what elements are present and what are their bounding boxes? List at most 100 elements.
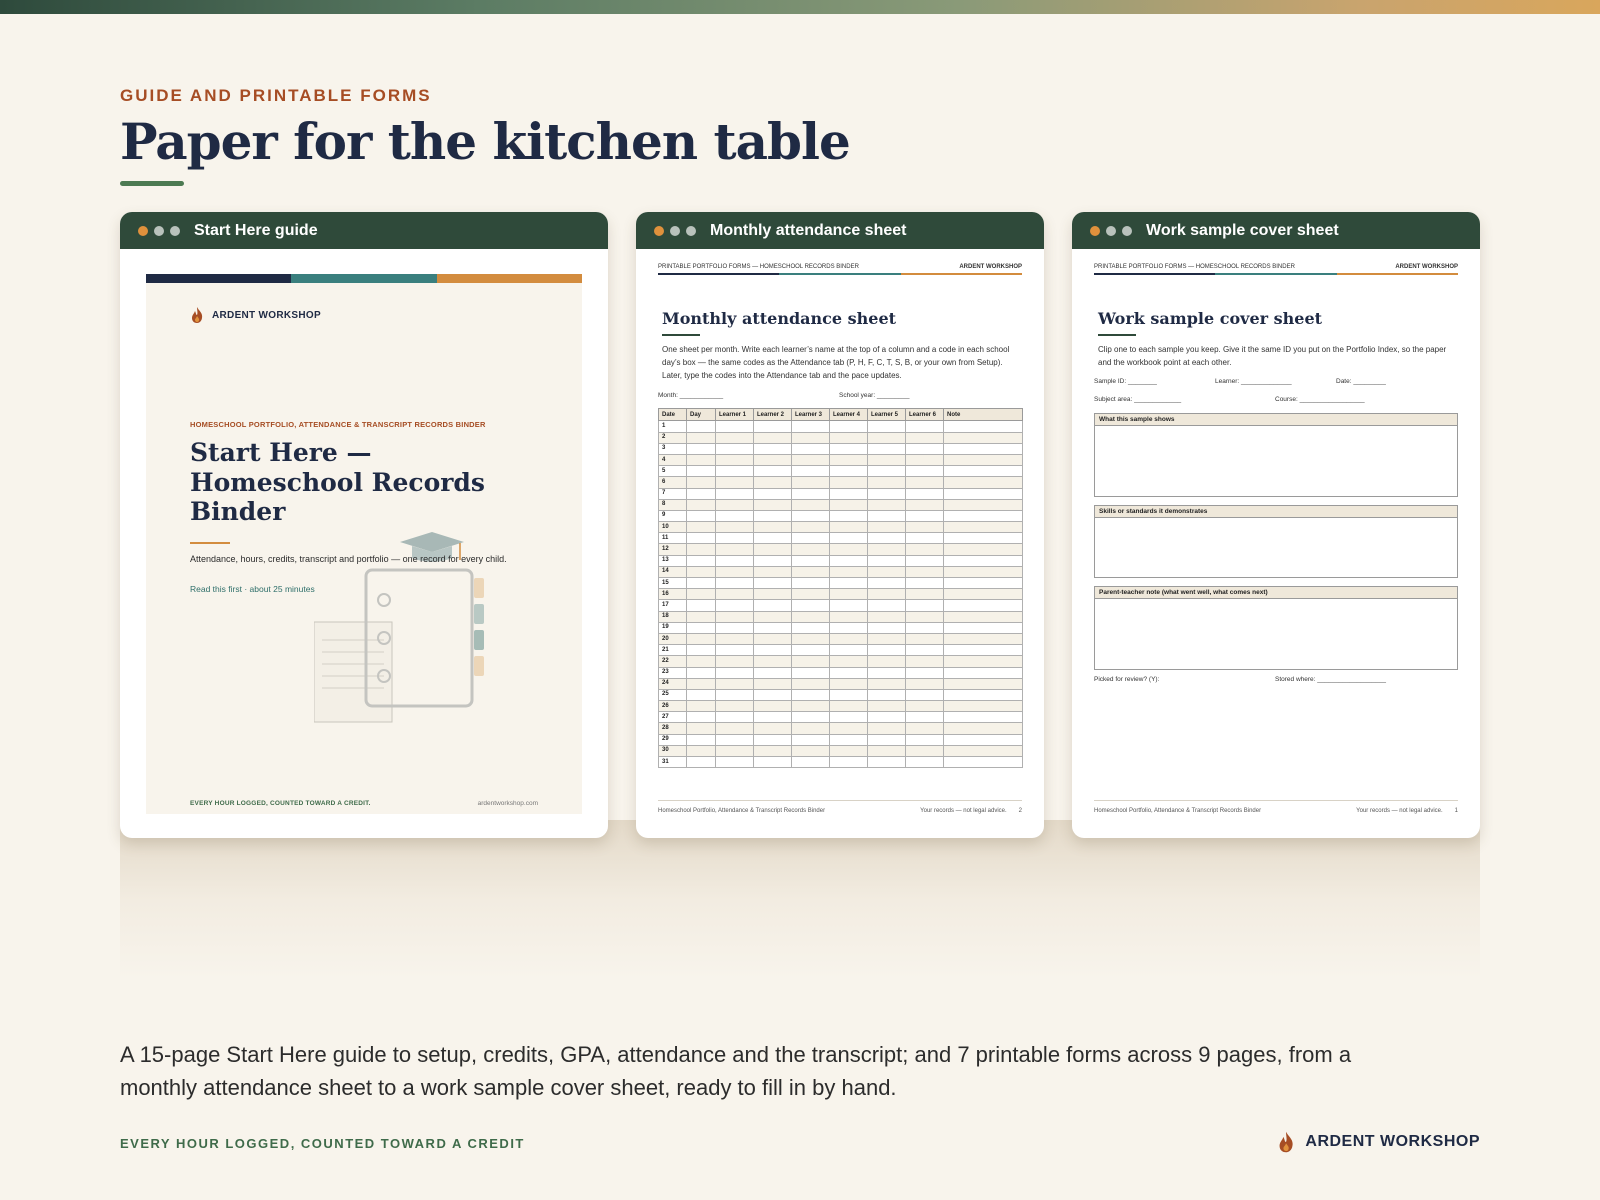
table-entry-cell[interactable]	[686, 722, 716, 735]
table-entry-cell[interactable]	[791, 688, 830, 702]
table-entry-cell[interactable]	[867, 677, 906, 690]
table-entry-cell[interactable]	[715, 722, 754, 735]
table-entry-cell[interactable]	[905, 621, 944, 634]
window-titlebar[interactable]: Monthly attendance sheet	[636, 212, 1044, 249]
table-entry-cell[interactable]	[829, 543, 868, 556]
table-entry-cell[interactable]	[829, 655, 868, 668]
table-entry-cell[interactable]	[686, 644, 716, 657]
table-entry-cell[interactable]	[686, 610, 716, 623]
table-entry-cell[interactable]	[715, 577, 754, 590]
table-entry-cell[interactable]	[753, 744, 792, 758]
table-entry-cell[interactable]	[905, 565, 944, 579]
table-entry-cell[interactable]	[829, 554, 868, 567]
table-entry-cell[interactable]	[791, 711, 830, 724]
table-entry-cell[interactable]	[867, 711, 906, 724]
table-entry-cell[interactable]	[715, 655, 754, 668]
table-entry-cell[interactable]	[791, 420, 830, 433]
table-entry-cell[interactable]	[943, 521, 1023, 534]
table-entry-cell[interactable]	[943, 577, 1023, 590]
table-entry-cell[interactable]	[905, 431, 944, 444]
table-entry-cell[interactable]	[867, 621, 906, 634]
table-entry-cell[interactable]	[715, 632, 754, 646]
table-entry-cell[interactable]	[715, 431, 754, 444]
table-entry-cell[interactable]	[686, 621, 716, 634]
table-entry-cell[interactable]	[791, 621, 830, 634]
table-entry-cell[interactable]	[686, 666, 716, 679]
table-entry-cell[interactable]	[791, 577, 830, 590]
table-entry-cell[interactable]	[753, 532, 792, 545]
table-entry-cell[interactable]	[943, 655, 1023, 668]
table-entry-cell[interactable]	[867, 543, 906, 556]
table-entry-cell[interactable]	[753, 621, 792, 634]
table-entry-cell[interactable]	[686, 733, 716, 746]
table-entry-cell[interactable]	[829, 688, 868, 702]
table-entry-cell[interactable]	[829, 644, 868, 657]
table-entry-cell[interactable]	[791, 554, 830, 567]
table-entry-cell[interactable]	[791, 700, 830, 713]
table-entry-cell[interactable]	[867, 554, 906, 567]
table-entry-cell[interactable]	[829, 532, 868, 545]
table-entry-cell[interactable]	[943, 442, 1023, 455]
table-entry-cell[interactable]	[753, 465, 792, 478]
table-entry-cell[interactable]	[753, 677, 792, 690]
table-entry-cell[interactable]	[791, 722, 830, 735]
what-sample-shows-box[interactable]: What this sample shows	[1094, 412, 1458, 497]
table-entry-cell[interactable]	[905, 577, 944, 590]
table-entry-cell[interactable]	[686, 756, 716, 769]
table-entry-cell[interactable]	[791, 588, 830, 601]
table-entry-cell[interactable]	[791, 610, 830, 623]
table-entry-cell[interactable]	[715, 700, 754, 713]
table-entry-cell[interactable]	[715, 666, 754, 679]
table-entry-cell[interactable]	[943, 498, 1023, 511]
table-entry-cell[interactable]	[715, 465, 754, 478]
table-entry-cell[interactable]	[715, 711, 754, 724]
table-entry-cell[interactable]	[867, 498, 906, 511]
window-titlebar[interactable]: Work sample cover sheet	[1072, 212, 1480, 249]
table-entry-cell[interactable]	[867, 644, 906, 657]
table-entry-cell[interactable]	[943, 700, 1023, 713]
table-entry-cell[interactable]	[686, 487, 716, 500]
table-entry-cell[interactable]	[943, 487, 1023, 500]
table-entry-cell[interactable]	[829, 420, 868, 433]
table-entry-cell[interactable]	[791, 431, 830, 444]
table-entry-cell[interactable]	[905, 476, 944, 489]
table-entry-cell[interactable]	[867, 476, 906, 489]
table-entry-cell[interactable]	[943, 588, 1023, 601]
table-entry-cell[interactable]	[715, 599, 754, 612]
review-field[interactable]: Picked for review? (Y):	[1094, 676, 1159, 683]
table-entry-cell[interactable]	[753, 599, 792, 612]
table-entry-cell[interactable]	[943, 610, 1023, 623]
table-entry-cell[interactable]	[753, 487, 792, 500]
table-entry-cell[interactable]	[829, 677, 868, 690]
table-entry-cell[interactable]	[867, 756, 906, 769]
table-entry-cell[interactable]	[686, 498, 716, 511]
table-entry-cell[interactable]	[829, 565, 868, 579]
table-entry-cell[interactable]	[867, 521, 906, 534]
table-entry-cell[interactable]	[905, 700, 944, 713]
table-entry-cell[interactable]	[829, 621, 868, 634]
table-entry-cell[interactable]	[753, 431, 792, 444]
table-entry-cell[interactable]	[829, 476, 868, 489]
table-entry-cell[interactable]	[829, 666, 868, 679]
table-entry-cell[interactable]	[867, 700, 906, 713]
table-entry-cell[interactable]	[753, 666, 792, 679]
table-entry-cell[interactable]	[867, 733, 906, 746]
table-entry-cell[interactable]	[715, 453, 754, 467]
table-entry-cell[interactable]	[829, 722, 868, 735]
table-entry-cell[interactable]	[753, 442, 792, 455]
table-entry-cell[interactable]	[791, 733, 830, 746]
table-entry-cell[interactable]	[867, 442, 906, 455]
table-entry-cell[interactable]	[905, 644, 944, 657]
table-entry-cell[interactable]	[715, 509, 754, 523]
parent-teacher-note-box[interactable]: Parent-teacher note (what went well, wha…	[1094, 585, 1458, 670]
table-entry-cell[interactable]	[715, 610, 754, 623]
table-entry-cell[interactable]	[829, 577, 868, 590]
table-entry-cell[interactable]	[715, 588, 754, 601]
table-entry-cell[interactable]	[905, 756, 944, 769]
table-entry-cell[interactable]	[753, 521, 792, 534]
table-entry-cell[interactable]	[829, 588, 868, 601]
table-entry-cell[interactable]	[867, 599, 906, 612]
table-entry-cell[interactable]	[715, 532, 754, 545]
table-entry-cell[interactable]	[715, 565, 754, 579]
table-entry-cell[interactable]	[867, 509, 906, 523]
